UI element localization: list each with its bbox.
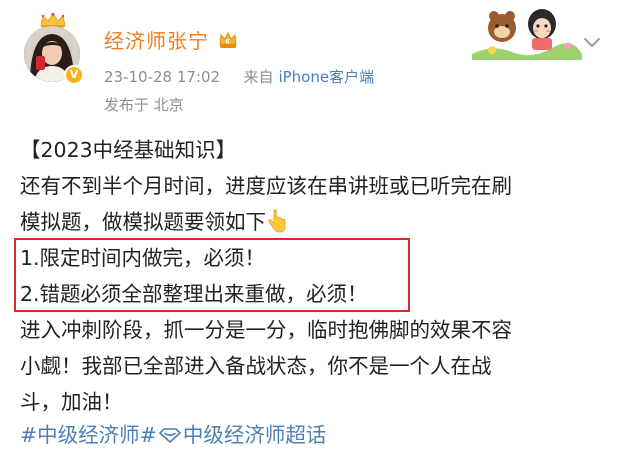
content-line: 【2023中经基础知识】 [20, 138, 237, 162]
card-decoration-illustration [472, 9, 582, 60]
post-meta: 23-10-28 17:02 来自 iPhone客户端 [104, 66, 374, 87]
source-prefix: 来自 [243, 68, 274, 86]
username-link[interactable]: 经济师张宁 6 [104, 25, 239, 54]
device-source-link[interactable]: iPhone客户端 [278, 68, 374, 86]
content-line-text: 模拟题，做模拟题要领如下 [20, 210, 266, 234]
avatar-block[interactable]: V [22, 12, 84, 86]
post-location: 发布于 北京 [104, 94, 184, 115]
author-name[interactable]: 经济师张宁 [104, 25, 209, 54]
location-value: 北京 [153, 96, 184, 114]
content-line: 斗，加油！ [20, 390, 123, 414]
hashtag-row: #中级经济师# 中级经济师超话 [20, 420, 326, 450]
content-line: 进入冲刺阶段，抓一分是一分，临时抱佛脚的效果不容 [20, 318, 512, 342]
svg-text:6: 6 [225, 38, 230, 45]
verified-v-icon: V [64, 65, 84, 85]
supertopic-diamond-icon[interactable] [159, 427, 181, 443]
highlight-box [14, 238, 410, 312]
hashtag-link[interactable]: #中级经济师# [20, 420, 157, 450]
backhand-index-pointing-down-icon [268, 209, 286, 233]
post-timestamp[interactable]: 23-10-28 17:02 [104, 68, 220, 86]
content-line: 还有不到半个月时间，进度应该在串讲班或已听完在刷 [20, 174, 512, 198]
vip-crown-badge-icon[interactable]: 6 [217, 29, 239, 51]
location-prefix: 发布于 [104, 96, 150, 114]
supertopic-link[interactable]: 中级经济师超话 [183, 420, 327, 450]
content-line: 小觑！我部已全部进入备战状态，你不是一个人在战 [20, 354, 492, 378]
content-line: 模拟题，做模拟题要领如下 [20, 204, 610, 240]
chevron-down-icon[interactable] [580, 30, 604, 54]
